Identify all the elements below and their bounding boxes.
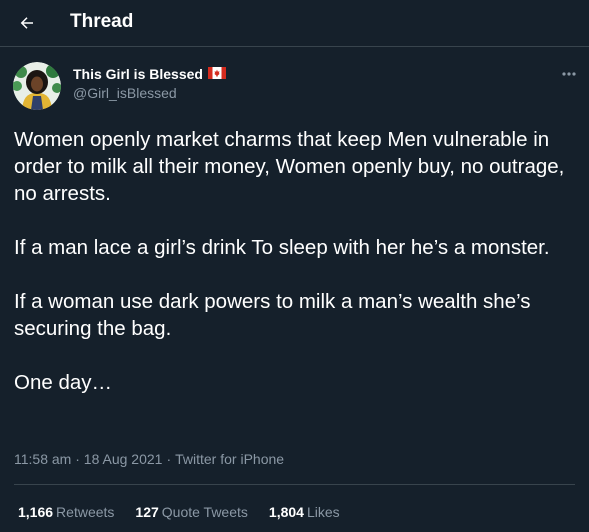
- author-handle[interactable]: @Girl_isBlessed: [73, 85, 226, 101]
- arrow-left-icon: [20, 17, 33, 29]
- tweet-paragraph: If a man lace a girl’s drink To sleep wi…: [14, 236, 550, 259]
- likes-stat[interactable]: 1,804 Likes: [269, 504, 340, 520]
- tweet-stats: 1,166 Retweets 127 Quote Tweets 1,804 Likes: [18, 504, 340, 520]
- more-horizontal-icon: [562, 72, 576, 76]
- avatar[interactable]: [13, 62, 61, 110]
- tweet-paragraph: If a woman use dark powers to milk a man…: [14, 290, 537, 340]
- tweet-time: 11:58 am: [14, 451, 72, 467]
- tweet-timestamp[interactable]: 11:58 am · 18 Aug 2021: [14, 451, 162, 467]
- profile-photo: [13, 62, 61, 110]
- tweet-author: This Girl is Blessed @Girl_isBlessed: [73, 66, 226, 101]
- tweet-date: 18 Aug 2021: [83, 451, 163, 467]
- tweet-metadata: 11:58 am · 18 Aug 2021 · Twitter for iPh…: [14, 451, 284, 467]
- canada-flag-icon: [207, 66, 226, 82]
- quote-tweets-stat[interactable]: 127 Quote Tweets: [135, 504, 248, 520]
- divider: [14, 484, 575, 485]
- more-options-button[interactable]: [557, 64, 581, 84]
- likes-label: Likes: [306, 504, 340, 520]
- quote-tweets-count: 127: [135, 504, 159, 520]
- separator: ·: [75, 451, 80, 467]
- tweet-paragraph: One day…: [14, 371, 112, 394]
- retweets-count: 1,166: [18, 504, 54, 520]
- retweets-label: Retweets: [56, 504, 115, 520]
- quote-tweets-label: Quote Tweets: [161, 504, 248, 520]
- page-title: Thread: [70, 11, 134, 32]
- author-name[interactable]: This Girl is Blessed: [73, 66, 226, 82]
- tweet-paragraph: Women openly market charms that keep Men…: [14, 128, 571, 205]
- likes-count: 1,804: [268, 504, 304, 520]
- author-display-name: This Girl is Blessed: [73, 66, 203, 82]
- retweets-stat[interactable]: 1,166 Retweets: [18, 504, 114, 520]
- tweet-source[interactable]: Twitter for iPhone: [175, 451, 284, 467]
- back-button[interactable]: [10, 6, 44, 40]
- thread-header: Thread: [0, 0, 589, 47]
- tweet-text: Women openly market charms that keep Men…: [14, 126, 574, 396]
- separator: ·: [166, 451, 172, 467]
